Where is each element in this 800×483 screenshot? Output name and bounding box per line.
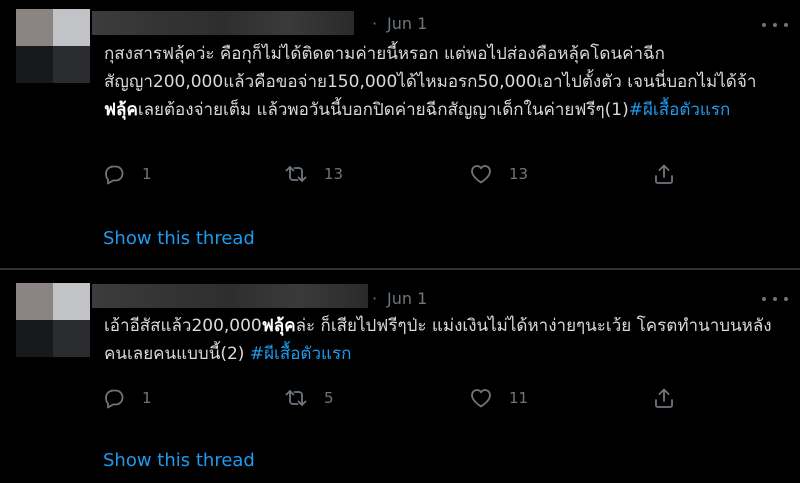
like-icon (471, 165, 491, 184)
more-icon[interactable] (762, 292, 788, 306)
tweet-text: เอ้าอีสัสแล้ว200,000ฟลุ้คล่ะ ก็เสียไปฟรี… (104, 316, 772, 364)
like-icon (471, 389, 491, 408)
hashtag-link[interactable]: #ผีเสื้อตัวแรก (250, 344, 352, 364)
retweet-icon (285, 390, 307, 406)
tweet-actions: 1 5 11 (0, 386, 800, 414)
avatar[interactable] (16, 283, 90, 357)
share-icon (655, 388, 673, 408)
reply-count: 1 (142, 389, 152, 407)
like-count: 11 (509, 389, 529, 407)
tweet-actions: 1 13 13 (0, 162, 800, 190)
hashtag-link[interactable]: #ผีเสื้อตัวแรก (629, 100, 731, 120)
retweet-count: 5 (324, 389, 334, 407)
reply-count: 1 (142, 165, 152, 183)
more-icon[interactable] (762, 18, 788, 32)
show-thread-link[interactable]: Show this thread (103, 450, 255, 471)
share-icon (655, 164, 673, 184)
retweet-button[interactable]: 13 (284, 162, 343, 186)
share-button[interactable] (652, 386, 676, 410)
share-button[interactable] (652, 162, 676, 186)
tweet[interactable]: · Jun 1 กุสงสารฟลุ้คว่ะ คือกุก็ไม่ได้ติด… (0, 0, 800, 268)
separator-dot: · (372, 14, 378, 33)
like-button[interactable]: 11 (469, 386, 528, 410)
reply-icon (105, 165, 124, 185)
blurred-username (92, 11, 354, 35)
tweet-text: กุสงสารฟลุ้คว่ะ คือกุก็ไม่ได้ติดตามค่ายน… (104, 44, 757, 120)
like-count: 13 (509, 165, 529, 183)
like-button[interactable]: 13 (469, 162, 528, 186)
show-thread-link[interactable]: Show this thread (103, 228, 255, 249)
retweet-button[interactable]: 5 (284, 386, 334, 410)
tweet-date[interactable]: Jun 1 (387, 14, 427, 33)
reply-button[interactable]: 1 (102, 386, 152, 410)
reply-icon (105, 389, 124, 409)
tweet[interactable]: · Jun 1 เอ้าอีสัสแล้ว200,000ฟลุ้คล่ะ ก็เ… (0, 270, 800, 483)
retweet-icon (285, 166, 307, 182)
retweet-count: 13 (324, 165, 344, 183)
bold-name: ฟลุ้ค (104, 100, 138, 120)
reply-button[interactable]: 1 (102, 162, 152, 186)
bold-name: ฟลุ้ค (261, 316, 296, 336)
tweet-date[interactable]: Jun 1 (387, 289, 427, 308)
avatar[interactable] (16, 9, 90, 83)
separator-dot: · (372, 289, 378, 308)
blurred-username (92, 284, 368, 308)
